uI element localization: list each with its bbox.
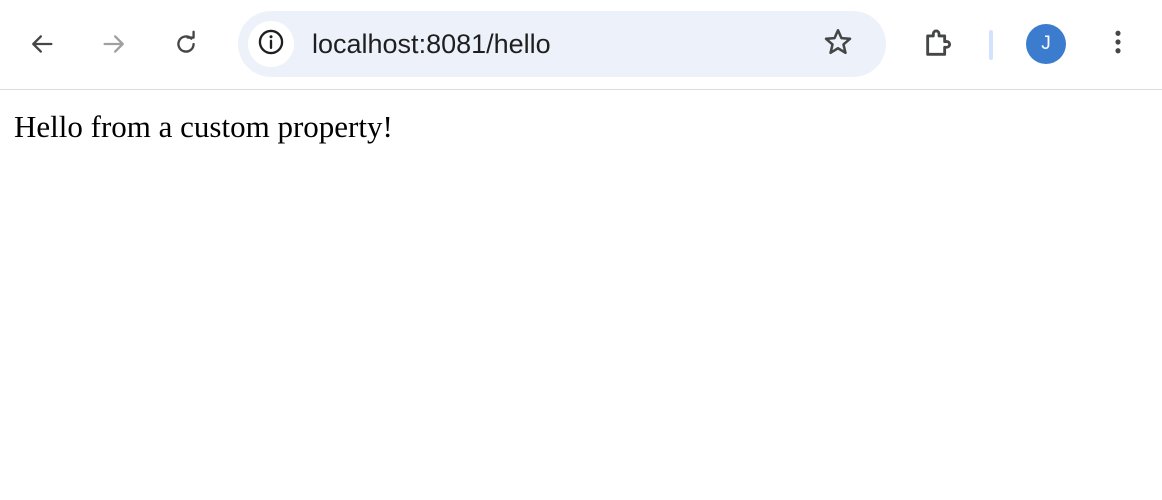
browser-toolbar: localhost:8081/hello J — [0, 0, 1162, 90]
site-info-button[interactable] — [248, 21, 294, 67]
forward-button[interactable] — [92, 22, 136, 66]
extensions-button[interactable] — [916, 22, 962, 68]
url-text[interactable]: localhost:8081/hello — [312, 11, 551, 77]
arrow-left-icon — [28, 30, 56, 58]
page-message: Hello from a custom property! — [14, 109, 393, 144]
browser-menu-button[interactable] — [1096, 22, 1140, 66]
profile-avatar[interactable]: J — [1026, 24, 1066, 64]
reload-icon — [172, 30, 200, 58]
puzzle-icon — [922, 26, 956, 65]
bookmark-button[interactable] — [816, 22, 860, 66]
toolbar-divider — [989, 30, 993, 60]
page-content: Hello from a custom property! — [0, 91, 1162, 500]
address-bar[interactable]: localhost:8081/hello — [238, 11, 886, 77]
kebab-menu-icon — [1104, 28, 1132, 61]
star-icon — [822, 26, 854, 63]
arrow-right-icon — [100, 30, 128, 58]
back-button[interactable] — [20, 22, 64, 66]
info-icon — [257, 28, 285, 61]
reload-button[interactable] — [164, 22, 208, 66]
